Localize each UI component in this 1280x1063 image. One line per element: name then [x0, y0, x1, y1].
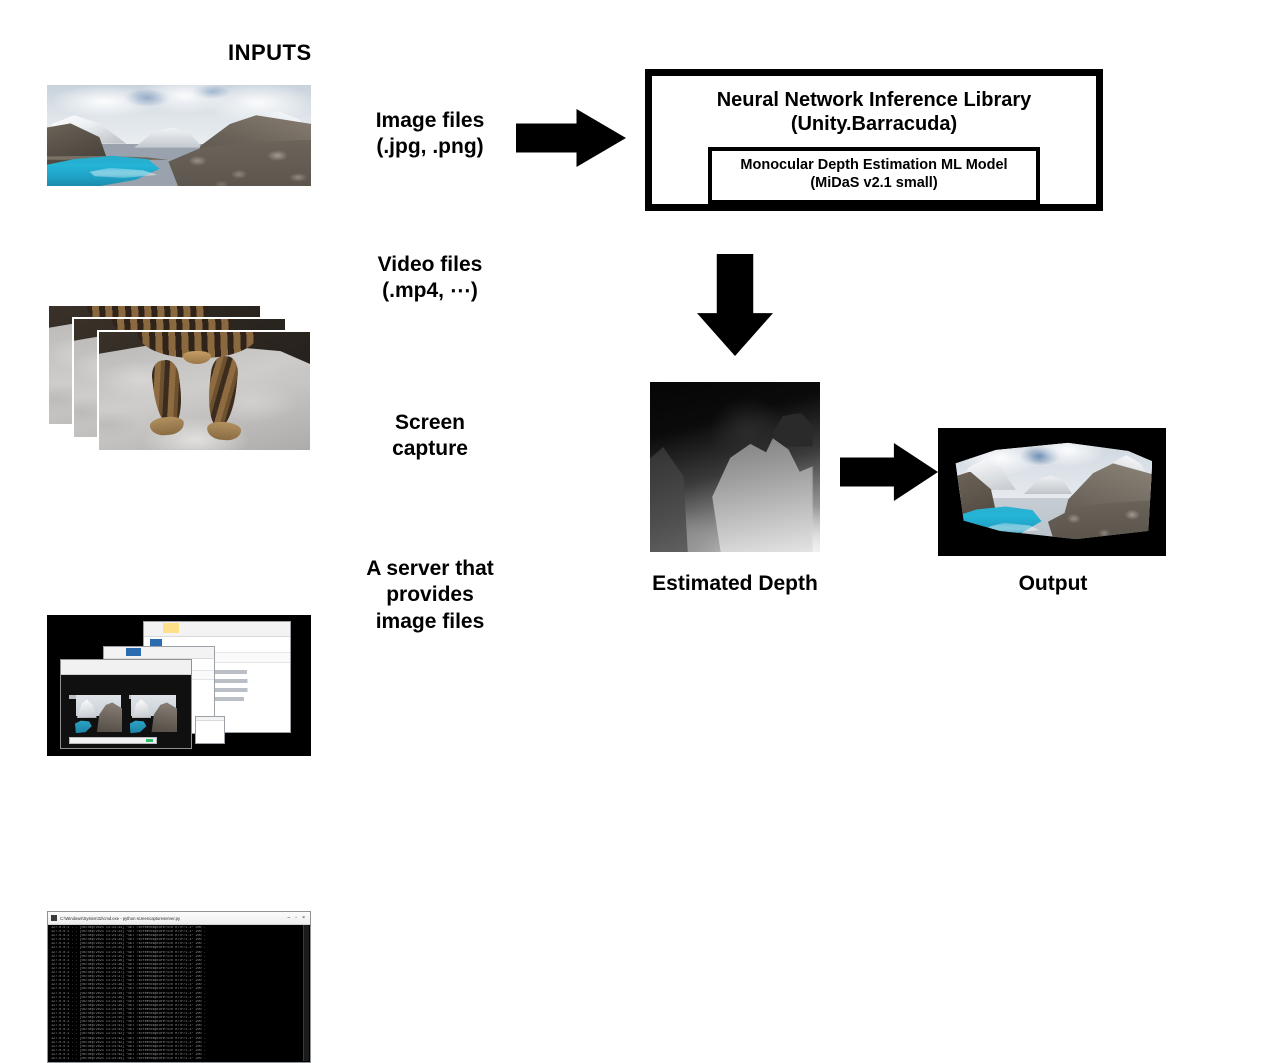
- mesh-rock-field: [1047, 500, 1153, 540]
- neural-network-box: Neural Network Inference Library (Unity.B…: [645, 69, 1103, 211]
- neural-network-title: Neural Network Inference Library (Unity.B…: [716, 89, 1032, 136]
- caption-output: Output: [1018, 572, 1088, 595]
- ml-model-title: Monocular Depth Estimation ML Model (MiDa…: [740, 156, 1008, 191]
- console-icon: [51, 915, 57, 921]
- input-thumbnail-video-files: [47, 304, 313, 452]
- terminal-titlebar: C:\Windows\System32\cmd.exe - python scr…: [48, 912, 310, 925]
- log-line: 127.0.0.1 - - [08/Sep/2021 11:24:44] "GE…: [51, 1057, 206, 1061]
- arrow-down-icon-model-to-depth: [697, 254, 773, 356]
- arrow-right-icon-inputs-to-model: [516, 109, 626, 167]
- terminal-output: 127.0.0.1 - - [08/Sep/2021 11:24:33] "GE…: [49, 925, 309, 1061]
- minimize-icon[interactable]: –: [288, 915, 291, 921]
- status-indicator: [145, 738, 153, 743]
- input-label-video-files: Video files (.mp4, ⋯): [377, 253, 483, 303]
- input-label-image-files: Image files (.jpg, .png): [375, 109, 485, 159]
- caption-estimated-depth: Estimated Depth: [652, 572, 818, 595]
- arrow-right-icon-depth-to-output: [840, 443, 938, 501]
- diagram-canvas: INPUTS Image files (.jpg, .png) Video fi…: [0, 0, 1280, 1063]
- app-menubar: [61, 660, 191, 700]
- depth-left-slope: [650, 447, 689, 552]
- explorer-window-small: [195, 716, 225, 744]
- input-label-server: A server that provides image files: [366, 557, 494, 633]
- window-titlebar: [144, 622, 290, 638]
- input-thumbnail-image-files: [47, 85, 311, 186]
- output-thumbnail-3d-mesh: [938, 428, 1166, 556]
- input-thumbnail-screen-capture: [47, 615, 311, 756]
- mesh-surface: [955, 442, 1153, 540]
- mesh-preview-right: [129, 695, 178, 735]
- maximize-icon[interactable]: ▫: [295, 915, 297, 921]
- depth-viewer-window: [60, 659, 192, 749]
- window-titlebar: [196, 717, 224, 722]
- output-thumbnail-estimated-depth: [650, 382, 820, 552]
- page-title: INPUTS: [228, 40, 312, 65]
- depth-far-gap: [772, 412, 814, 447]
- input-label-screen-capture: Screen capture: [392, 411, 468, 461]
- video-frame-front: [97, 330, 312, 452]
- app-statusbar: [68, 736, 158, 745]
- mesh-preview-left: [74, 695, 123, 735]
- window-titlebar: [104, 647, 214, 660]
- titlebar-highlight: [162, 623, 180, 634]
- window-controls: – ▫ ×: [288, 915, 307, 921]
- titlebar-highlight: [126, 647, 142, 656]
- terminal-title-text: C:\Windows\System32\cmd.exe - python scr…: [60, 915, 181, 921]
- ml-model-box: Monocular Depth Estimation ML Model (MiDa…: [708, 146, 1040, 204]
- input-thumbnail-server-terminal: C:\Windows\System32\cmd.exe - python scr…: [47, 911, 311, 1063]
- close-icon[interactable]: ×: [302, 915, 305, 921]
- terminal-scrollbar[interactable]: [303, 925, 309, 1061]
